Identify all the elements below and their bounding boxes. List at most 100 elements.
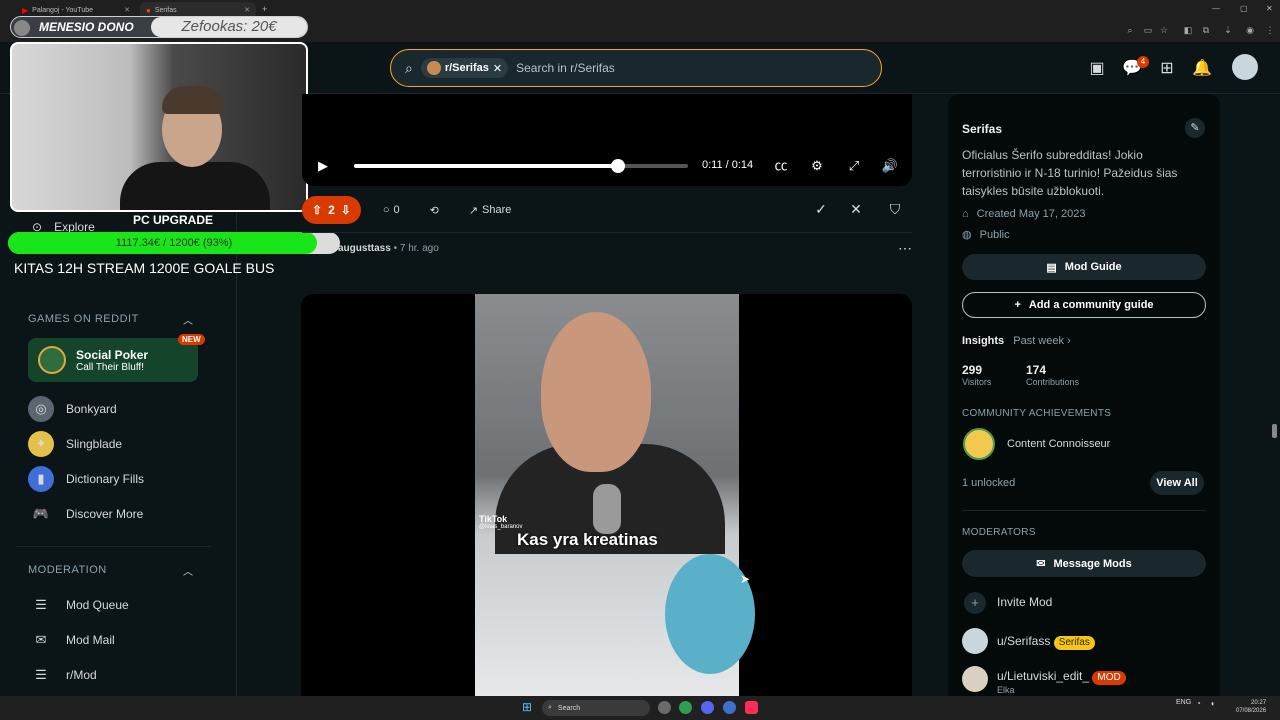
collapse-games-icon[interactable]: ︿ xyxy=(183,312,193,327)
post-media[interactable]: TikTok @linas_baranov Kas yra kreatinas xyxy=(301,294,912,696)
slingblade-icon: ✦ xyxy=(28,431,54,457)
stream-announcement: KITAS 12H STREAM 1200E GOALE BUS xyxy=(14,260,275,276)
downvote-icon[interactable]: ⇩ xyxy=(341,203,351,217)
contributions-stat: 174 Contributions xyxy=(1026,363,1079,387)
insights-row[interactable]: Insights Past week › xyxy=(962,335,1071,347)
obs-icon[interactable] xyxy=(723,701,736,714)
system-tray-lang[interactable]: ENG xyxy=(1176,699,1191,706)
avatar[interactable] xyxy=(1232,54,1258,80)
windows-start-icon[interactable]: ⊞ xyxy=(522,700,532,714)
puzzle-icon[interactable]: ⧉ xyxy=(1200,24,1212,36)
featured-game-subtitle: Call Their Bluff! xyxy=(76,361,144,373)
mod-guide-button[interactable]: ▤ Mod Guide xyxy=(962,254,1206,280)
page-scrollbar[interactable] xyxy=(1272,424,1277,438)
sidebar-item-label: r/Mod xyxy=(66,668,97,682)
moderator-name[interactable]: u/Serifass xyxy=(997,634,1050,648)
subreddit-avatar xyxy=(426,61,441,75)
insights-label: Insights xyxy=(962,335,1005,347)
captions-icon[interactable]: ㏄ xyxy=(772,158,790,174)
moderator-row[interactable]: u/Serifass Serifas xyxy=(997,634,1095,650)
post-options-icon[interactable]: ⋯ xyxy=(898,240,912,257)
dono-value: Zefookas: 20€ xyxy=(151,17,307,37)
chrome-icon[interactable] xyxy=(679,701,692,714)
invite-mod-button[interactable]: Invite Mod xyxy=(997,595,1052,609)
sidebar-item-mod-queue[interactable]: ☰ Mod Queue xyxy=(28,592,129,618)
wifi-icon[interactable]: ◔ xyxy=(1196,699,1201,708)
minimize-icon[interactable]: — xyxy=(1212,4,1220,13)
unlocked-count: 1 unlocked xyxy=(962,477,1016,489)
edit-icon[interactable]: ✎ xyxy=(1185,118,1205,138)
sidebar-item-discover-more[interactable]: 🎮 Discover More xyxy=(28,501,143,527)
achievements-title: COMMUNITY ACHIEVEMENTS xyxy=(962,408,1112,419)
bookmark-star-icon[interactable]: ☆ xyxy=(1158,24,1170,36)
moderator-row[interactable]: u/Lietuviski_edit_ MOD xyxy=(997,669,1126,685)
moderator-avatar xyxy=(962,666,988,692)
new-badge: NEW xyxy=(178,334,205,345)
mouse-cursor: ➤ xyxy=(740,572,751,586)
zoom-icon[interactable]: ⌕ xyxy=(1124,24,1136,36)
mod-guide-label: Mod Guide xyxy=(1064,261,1122,273)
message-mods-label: Message Mods xyxy=(1053,557,1132,570)
remove-icon[interactable]: ✕ xyxy=(847,201,865,218)
contributions-count: 174 xyxy=(1026,363,1047,377)
seek-handle[interactable] xyxy=(610,159,625,173)
view-all-button[interactable]: View All xyxy=(1150,471,1204,495)
upvote-icon[interactable]: ⇧ xyxy=(312,203,322,217)
maximize-icon[interactable]: ▢ xyxy=(1240,4,1248,13)
downloads-icon[interactable]: ⇣ xyxy=(1222,24,1234,36)
add-community-guide-button[interactable]: + Add a community guide xyxy=(962,292,1206,318)
sidebar-item-dictionary-fills[interactable]: ▮ Dictionary Fills xyxy=(28,466,144,492)
taskbar-app-icon[interactable] xyxy=(658,701,671,714)
collapse-moderation-icon[interactable]: ︿ xyxy=(183,563,193,578)
discord-icon[interactable] xyxy=(701,701,714,714)
sidebar-item-mod-mail[interactable]: ✉ Mod Mail xyxy=(28,627,115,653)
sidebar-item-slingblade[interactable]: ✦ Slingblade xyxy=(28,431,122,457)
volume-tray-icon[interactable]: ◖ xyxy=(1210,699,1215,708)
create-post-icon[interactable]: ⊞ xyxy=(1156,58,1178,80)
featured-game-social-poker[interactable]: Social Poker Call Their Bluff! xyxy=(28,338,198,382)
message-mods-button[interactable]: ✉ Message Mods xyxy=(962,550,1206,577)
add-guide-label: Add a community guide xyxy=(1028,299,1154,311)
moderator-name[interactable]: u/Lietuviski_edit_ xyxy=(997,669,1089,683)
post-author[interactable]: augusttass xyxy=(338,243,391,254)
close-tab-icon[interactable]: ✕ xyxy=(124,6,130,14)
search-input[interactable]: ⌕ r/Serifas ✕ Search in r/Serifas xyxy=(390,49,882,87)
new-tab-button[interactable]: + xyxy=(262,4,267,14)
globe-icon: ◍ xyxy=(962,229,972,241)
extension-icon[interactable]: ◧ xyxy=(1182,24,1194,36)
settings-icon[interactable]: ⚙ xyxy=(808,158,826,174)
games-section-title: GAMES ON REDDIT xyxy=(28,313,139,325)
share-icon: ↗ xyxy=(468,204,479,217)
sidebar-item-r-mod[interactable]: ☰ r/Mod xyxy=(28,662,97,688)
vote-control[interactable]: ⇧ 2 ⇩ xyxy=(302,196,361,224)
advertise-icon[interactable]: ▣ xyxy=(1086,58,1108,80)
bonkyard-icon: ◎ xyxy=(28,396,54,422)
approve-icon[interactable]: ✓ xyxy=(812,201,830,218)
menu-icon[interactable]: ⋮ xyxy=(1264,24,1276,36)
moderators-title: MODERATORS xyxy=(962,527,1036,538)
created-date: ⌂ Created May 17, 2023 xyxy=(962,208,1086,220)
subreddit-chip[interactable]: r/Serifas ✕ xyxy=(420,58,509,78)
shield-icon[interactable]: ⛉ xyxy=(886,201,904,218)
watermark-label: TikTok xyxy=(479,514,508,524)
crosspost-button[interactable]: ⟲ xyxy=(422,196,447,224)
fullscreen-icon[interactable]: ⤢ xyxy=(845,158,863,174)
video-seek-bar[interactable] xyxy=(354,159,688,173)
taskbar-clock[interactable]: 20:27 07/08/2026 xyxy=(1236,699,1266,715)
share-button[interactable]: ↗ Share xyxy=(461,196,520,224)
comments-button[interactable]: ○ 0 xyxy=(375,196,408,224)
play-icon[interactable]: ▶ xyxy=(314,158,332,174)
video-time: 0:11 / 0:14 xyxy=(702,159,754,171)
cast-icon[interactable]: ▭ xyxy=(1142,24,1154,36)
profile-icon[interactable]: ◉ xyxy=(1244,24,1256,36)
notification-icon[interactable]: 🔔 xyxy=(1191,58,1213,80)
sidebar-item-bonkyard[interactable]: ◎ Bonkyard xyxy=(28,396,117,422)
goal-title: PC UPGRADE xyxy=(133,213,214,227)
close-window-icon[interactable]: ✕ xyxy=(1266,4,1273,13)
webcam-overlay xyxy=(10,42,308,212)
taskbar-search[interactable]: ⌕ Search xyxy=(542,700,650,716)
remove-chip-icon[interactable]: ✕ xyxy=(493,62,502,75)
tiktok-icon[interactable] xyxy=(745,701,758,714)
close-tab-icon[interactable]: ✕ xyxy=(244,6,250,14)
volume-icon[interactable]: 🔊 xyxy=(881,158,899,174)
